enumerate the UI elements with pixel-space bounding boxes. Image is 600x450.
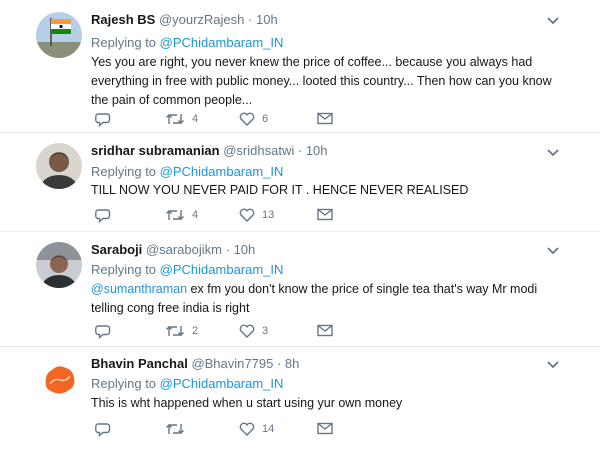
retweet-icon [166,424,184,434]
like-count: 14 [262,423,275,435]
separator-dot: · [297,143,303,158]
replying-to-link[interactable]: @PChidambaram_IN [160,262,284,277]
user-handle[interactable]: @Bhavin7795 [191,356,273,371]
avatar[interactable] [36,12,82,58]
avatar-image [36,143,82,189]
replying-to-link[interactable]: @PChidambaram_IN [160,376,284,391]
envelope-icon [317,422,333,435]
reply-button[interactable] [95,324,111,339]
reply-button[interactable] [95,422,111,437]
tweet[interactable]: Saraboji @sarabojikm · 10h Replying to @… [0,232,600,347]
tweet-text: @sumanthraman ex fm you don't know the p… [91,280,561,318]
display-name[interactable]: sridhar subramanian [91,143,220,158]
reply-icon [95,325,111,339]
retweet-icon [166,210,184,220]
avatar[interactable] [36,356,82,402]
retweet-icon [166,326,184,336]
like-button[interactable]: 13 [239,208,274,222]
tweet[interactable]: Rajesh BS @yourzRajesh · 10h Replying to… [0,0,600,133]
timestamp[interactable]: 10h [256,12,278,27]
display-name[interactable]: Bhavin Panchal [91,356,188,371]
retweet-button[interactable]: 2 [165,324,198,338]
avatar[interactable] [36,242,82,288]
user-handle[interactable]: @sarabojikm [146,242,222,257]
timestamp[interactable]: 8h [285,356,299,371]
avatar-image [36,12,82,58]
heart-icon [239,422,255,436]
replying-to-label: Replying to [91,164,157,179]
replying-to-link[interactable]: @PChidambaram_IN [160,35,284,50]
dm-button[interactable] [317,422,333,435]
heart-icon [239,324,255,338]
like-count: 6 [262,113,269,125]
retweet-button[interactable] [165,422,192,436]
display-name[interactable]: Saraboji [91,242,142,257]
avatar[interactable] [36,143,82,189]
envelope-icon [317,324,333,337]
retweet-count: 2 [192,325,199,337]
separator-dot: · [276,356,282,371]
replying-to: Replying to @PChidambaram_IN [91,164,283,180]
retweet-icon [166,114,184,124]
separator-dot: · [248,12,253,27]
chevron-down-icon[interactable] [546,246,560,256]
tweet-body: Yes you are right, you never knew the pr… [91,55,552,107]
tweet-actions: 14 [91,422,351,438]
tweet-body: This is wht happened when u start using … [91,396,403,410]
envelope-icon [317,208,333,221]
heart-icon [239,112,255,126]
tweet-actions: 2 3 [91,324,351,340]
replying-to-label: Replying to [91,262,157,277]
retweet-count: 4 [192,209,199,221]
dm-button[interactable] [317,112,333,125]
avatar-image [36,356,82,402]
like-button[interactable]: 14 [239,422,274,436]
chevron-down-icon[interactable] [546,16,560,26]
reply-icon [95,423,111,437]
like-button[interactable]: 6 [239,112,268,126]
dm-button[interactable] [317,208,333,221]
like-count: 3 [262,325,269,337]
replying-to: Replying to @PChidambaram_IN [91,262,283,278]
envelope-icon [317,112,333,125]
replying-to: Replying to @PChidambaram_IN [91,35,283,51]
like-button[interactable]: 3 [239,324,268,338]
retweet-button[interactable]: 4 [165,208,198,222]
tweet[interactable]: sridhar subramanian @sridhsatwi · 10h Re… [0,133,600,232]
dm-button[interactable] [317,324,333,337]
replying-to-label: Replying to [91,35,157,50]
tweet-body: TILL NOW YOU NEVER PAID FOR IT . HENCE N… [91,183,469,197]
timestamp[interactable]: 10h [234,242,256,257]
retweet-count: 4 [192,113,199,125]
avatar-image [36,242,82,288]
replying-to: Replying to @PChidambaram_IN [91,376,283,392]
replying-to-label: Replying to [91,376,157,391]
tweet-mention[interactable]: @sumanthraman [91,282,187,296]
user-handle[interactable]: @yourzRajesh [159,12,244,27]
reply-button[interactable] [95,208,111,223]
chevron-down-icon[interactable] [546,360,560,370]
tweet-text: This is wht happened when u start using … [91,394,561,413]
reply-icon [95,113,111,127]
replying-to-link[interactable]: @PChidambaram_IN [160,164,284,179]
chevron-down-icon[interactable] [546,148,560,158]
tweet-actions: 4 6 [91,112,351,128]
heart-icon [239,208,255,222]
tweet[interactable]: Bhavin Panchal @Bhavin7795 · 8h Replying… [0,347,600,450]
tweet-text: Yes you are right, you never knew the pr… [91,53,561,110]
user-handle[interactable]: @sridhsatwi [223,143,294,158]
display-name[interactable]: Rajesh BS [91,12,155,27]
separator-dot: · [225,242,230,257]
tweet-text: TILL NOW YOU NEVER PAID FOR IT . HENCE N… [91,181,561,200]
tweet-actions: 4 13 [91,208,351,224]
reply-icon [95,209,111,223]
like-count: 13 [262,209,275,221]
timestamp[interactable]: 10h [306,143,328,158]
retweet-button[interactable]: 4 [165,112,198,126]
reply-button[interactable] [95,112,111,127]
